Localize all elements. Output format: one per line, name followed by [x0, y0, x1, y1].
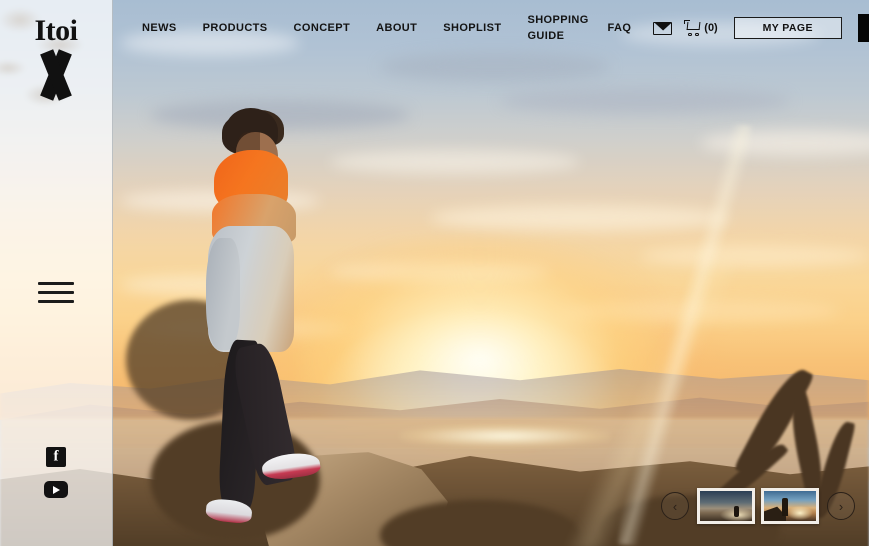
nav-products[interactable]: PRODUCTS	[203, 20, 268, 37]
carousel-thumbnail-1[interactable]	[697, 488, 755, 524]
carousel-thumbnails	[697, 488, 819, 524]
nav-faq[interactable]: FAQ	[607, 22, 631, 34]
facebook-icon[interactable]	[46, 447, 66, 467]
hero-subject-person	[186, 108, 336, 525]
left-sidebar: Itoi	[0, 0, 113, 546]
mail-icon[interactable]	[653, 21, 673, 35]
social-links	[0, 447, 112, 512]
my-page-button[interactable]: MY PAGE	[733, 17, 842, 39]
nav-news[interactable]: NEWS	[142, 20, 177, 37]
nav-concept[interactable]: CONCEPT	[294, 20, 351, 37]
top-navigation: NEWS PRODUCTS CONCEPT ABOUT SHOPLIST SHO…	[113, 0, 869, 56]
cart-icon	[684, 20, 702, 36]
register-button[interactable]: 新規登録	[857, 14, 869, 42]
hamburger-menu-icon[interactable]	[38, 282, 74, 306]
nav-utilities: FAQ (0) MY PAGE 新規登録	[607, 0, 869, 56]
carousel-next-button[interactable]: ›	[827, 492, 855, 520]
youtube-icon[interactable]	[44, 481, 68, 498]
nav-about[interactable]: ABOUT	[376, 20, 417, 37]
hero-image	[0, 0, 869, 546]
nav-shopping-guide[interactable]: SHOPPING GUIDE	[527, 12, 589, 45]
cart-button[interactable]: (0)	[684, 20, 718, 36]
nav-links: NEWS PRODUCTS CONCEPT ABOUT SHOPLIST SHO…	[113, 12, 607, 45]
page-root: Itoi NEWS PRODUCTS CONCEPT ABOUT SHOPLIS…	[0, 0, 869, 546]
x-logo-icon	[33, 49, 79, 101]
nav-shoplist[interactable]: SHOPLIST	[443, 20, 501, 37]
cart-count: (0)	[704, 22, 718, 34]
hero-carousel-controls: ‹ ›	[661, 488, 855, 524]
carousel-thumbnail-2[interactable]	[761, 488, 819, 524]
brand-logo[interactable]: Itoi	[0, 14, 112, 101]
carousel-prev-button[interactable]: ‹	[661, 492, 689, 520]
brand-name: Itoi	[34, 14, 79, 47]
